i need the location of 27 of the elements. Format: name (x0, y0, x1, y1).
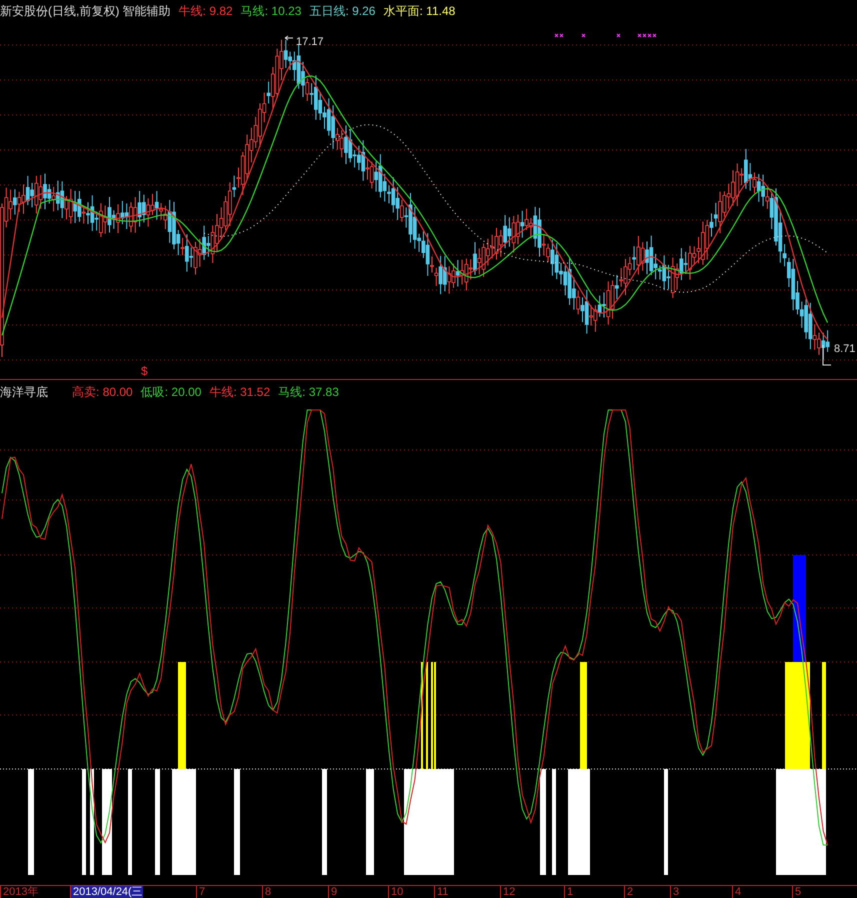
indicator-title: 海洋寻底 (0, 384, 48, 401)
time-axis-label: 11 (434, 886, 448, 898)
indicator-reading: 低吸: 20.00 (140, 384, 202, 401)
time-axis-label: 2013/04/24(三 (70, 886, 143, 898)
indicator-reading: 马线: 10.23 (240, 3, 302, 20)
time-axis-label: 8 (262, 886, 272, 898)
time-axis-label: 2 (624, 886, 634, 898)
time-axis-label: 9 (328, 886, 338, 898)
time-axis-label: 2013年 (0, 886, 38, 898)
time-axis-label: 12 (500, 886, 516, 898)
time-axis-label: 10 (388, 886, 404, 898)
time-axis-label: 1 (564, 886, 574, 898)
indicator-reading: 五日线: 9.26 (309, 3, 376, 20)
time-axis-label: 5 (792, 886, 802, 898)
time-axis-label: 3 (670, 886, 680, 898)
time-axis-label: 4 (732, 886, 742, 898)
indicator-reading: 马线: 37.83 (278, 384, 339, 401)
pointer-arrow (284, 36, 294, 40)
indicator-reading: 牛线: 9.82 (178, 3, 233, 20)
indicator-reading: 水平面: 11.48 (383, 3, 456, 20)
time-axis-label: 7 (196, 886, 206, 898)
signal-marker: $ (141, 365, 148, 377)
chart-title: 新安股份(日线,前复权) 智能辅助 (0, 3, 171, 20)
indicator-reading: 高卖: 80.00 (72, 384, 133, 401)
high-price-label: 17.17 (296, 35, 324, 50)
low-price-label: 8.71 (834, 342, 856, 357)
indicator-reading: 牛线: 31.52 (209, 384, 270, 401)
